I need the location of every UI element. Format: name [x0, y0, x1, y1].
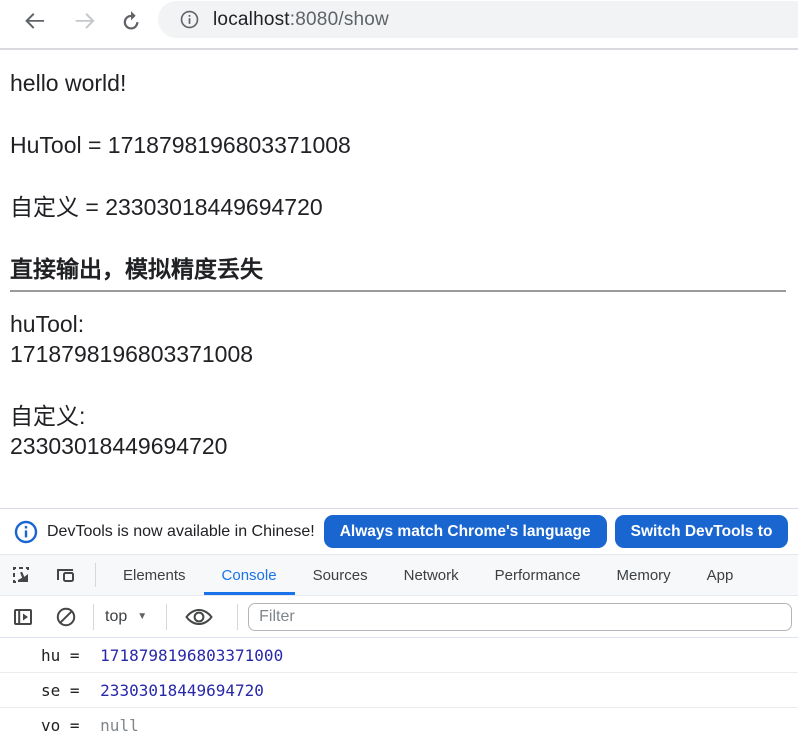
hutool-line: HuTool = 1718798196803371008 — [10, 130, 786, 160]
tab-application[interactable]: App — [689, 555, 752, 595]
console-log-null-value: null — [100, 716, 139, 735]
tab-console[interactable]: Console — [204, 555, 295, 595]
site-info-icon[interactable] — [180, 10, 199, 29]
console-log-label: se = — [41, 681, 89, 700]
custom-block-label: 自定义: — [10, 403, 85, 429]
context-selector-label: top — [105, 608, 127, 626]
browser-toolbar: localhost:8080/show — [0, 0, 798, 50]
url-text[interactable]: localhost:8080/show — [213, 9, 389, 31]
hutool-block-label: huTool: — [10, 311, 84, 337]
console-log-label: vo = — [41, 716, 89, 735]
console-row[interactable]: se = 23303018449694720 — [0, 673, 798, 708]
divider — [10, 290, 786, 292]
devtools-tabbar: Elements Console Sources Network Perform… — [0, 555, 798, 596]
reload-icon[interactable] — [118, 8, 144, 34]
console-row[interactable]: hu = 1718798196803371000 — [0, 638, 798, 673]
info-icon — [14, 520, 38, 544]
custom-line: 自定义 = 23303018449694720 — [10, 192, 786, 222]
hutool-block-value: 1718798196803371008 — [10, 341, 253, 367]
match-language-button[interactable]: Always match Chrome's language — [324, 515, 607, 548]
tab-elements[interactable]: Elements — [105, 555, 204, 595]
infobar-message: DevTools is now available in Chinese! — [47, 523, 315, 541]
console-sidebar-toggle-icon[interactable] — [12, 606, 34, 628]
tab-network[interactable]: Network — [386, 555, 477, 595]
console-filter-input[interactable] — [248, 603, 792, 631]
hutool-block: huTool: 1718798196803371008 — [10, 309, 786, 369]
context-selector[interactable]: top ▼ — [105, 608, 147, 626]
console-messages: hu = 1718798196803371000 se = 2330301844… — [0, 638, 798, 743]
chevron-down-icon: ▼ — [137, 611, 147, 622]
hello-text: hello world! — [10, 68, 786, 98]
address-bar[interactable]: localhost:8080/show — [158, 1, 798, 38]
console-row[interactable]: vo = null — [0, 708, 798, 743]
url-host: localhost — [213, 9, 290, 30]
devtools-panel: DevTools is now available in Chinese! Al… — [0, 508, 798, 743]
console-log-number-value: 23303018449694720 — [100, 681, 264, 700]
console-toolbar-divider — [166, 604, 167, 630]
console-toolbar-divider — [237, 604, 238, 630]
switch-devtools-button[interactable]: Switch DevTools to — [615, 515, 789, 548]
tabbar-divider — [95, 563, 96, 587]
page-content: hello world! HuTool = 171879819680337100… — [0, 50, 798, 508]
inspect-element-icon[interactable] — [9, 563, 33, 587]
back-icon[interactable] — [22, 8, 48, 34]
device-toolbar-icon[interactable] — [53, 563, 77, 587]
live-expression-eye-icon[interactable] — [184, 606, 214, 628]
forward-icon[interactable] — [72, 8, 98, 34]
console-log-number-value: 1718798196803371000 — [100, 646, 283, 665]
custom-block-value: 23303018449694720 — [10, 433, 227, 459]
clear-console-icon[interactable] — [55, 606, 77, 628]
tab-sources[interactable]: Sources — [295, 555, 386, 595]
precision-heading: 直接输出，模拟精度丢失 — [10, 254, 786, 284]
devtools-infobar: DevTools is now available in Chinese! Al… — [0, 509, 798, 555]
console-toolbar: top ▼ — [0, 596, 798, 638]
tab-memory[interactable]: Memory — [599, 555, 689, 595]
custom-block: 自定义: 23303018449694720 — [10, 401, 786, 461]
console-toolbar-divider — [93, 604, 94, 630]
console-log-label: hu = — [41, 646, 89, 665]
url-path: :8080/show — [290, 9, 389, 30]
tab-performance[interactable]: Performance — [477, 555, 599, 595]
